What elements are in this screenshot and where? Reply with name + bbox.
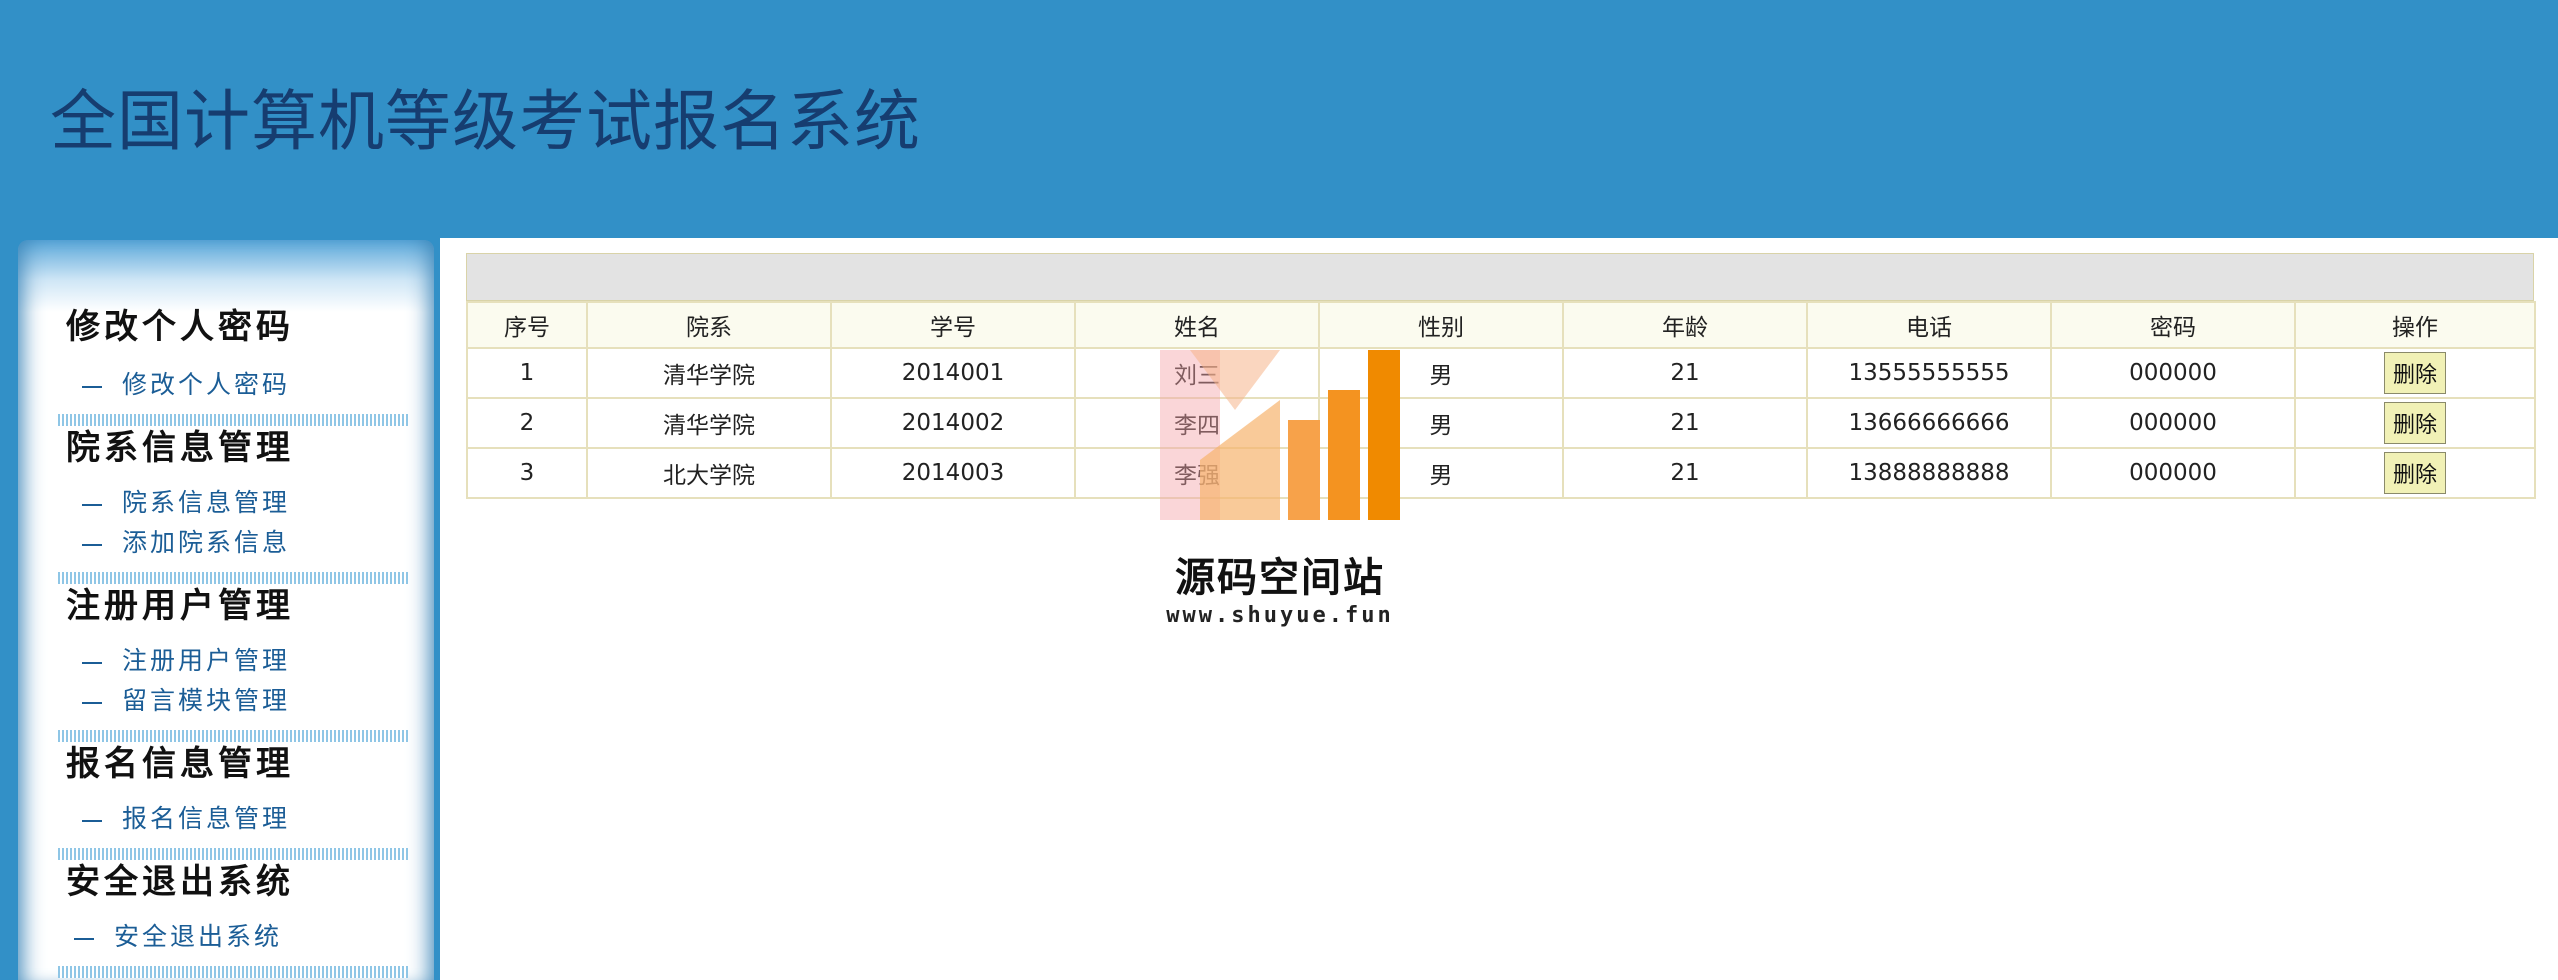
menu-item-add-department[interactable]: 添加院系信息 (82, 528, 290, 558)
column-header-action: 操作 (2294, 301, 2536, 349)
menu-item-label: 报名信息管理 (122, 804, 291, 833)
cell-phone: 13666666666 (1806, 397, 2052, 449)
dash-icon (82, 503, 102, 506)
menu-divider (58, 414, 408, 426)
menu-item-registration-manage[interactable]: 报名信息管理 (82, 804, 290, 834)
cell-age: 21 (1562, 447, 1808, 499)
cell-student-id: 2014001 (830, 347, 1076, 399)
column-header-phone: 电话 (1806, 301, 2052, 349)
cell-age: 21 (1562, 397, 1808, 449)
menu-item-label: 安全退出系统 (114, 922, 283, 951)
menu-item-change-password[interactable]: 修改个人密码 (82, 370, 290, 400)
dash-icon (74, 937, 94, 940)
cell-student-id: 2014002 (830, 397, 1076, 449)
cell-gender: 男 (1318, 447, 1564, 499)
cell-dept: 清华学院 (586, 397, 832, 449)
menu-item-label: 添加院系信息 (122, 528, 291, 557)
table-row: 1 清华学院 2014001 刘三 男 21 13555555555 00000… (466, 347, 2536, 399)
delete-button[interactable]: 删除 (2383, 452, 2446, 494)
delete-button[interactable]: 删除 (2383, 352, 2446, 394)
cell-dept: 清华学院 (586, 347, 832, 399)
menu-group-title-department: 院系信息管理 (66, 428, 294, 468)
cell-age: 21 (1562, 347, 1808, 399)
cell-password: 000000 (2050, 447, 2296, 499)
cell-index: 3 (466, 447, 588, 499)
cell-name: 刘三 (1074, 347, 1320, 399)
registration-table: 序号 院系 学号 姓名 性别 年龄 电话 密码 操作 1 清华学院 201400… (466, 301, 2536, 499)
dash-icon (82, 543, 102, 546)
menu-divider (58, 966, 408, 978)
table-row: 3 北大学院 2014003 李强 男 21 13888888888 00000… (466, 447, 2536, 499)
table-row: 2 清华学院 2014002 李四 男 21 13666666666 00000… (466, 397, 2536, 449)
cell-phone: 13888888888 (1806, 447, 2052, 499)
cell-name: 李四 (1074, 397, 1320, 449)
sidebar: 修改个人密码 修改个人密码 院系信息管理 院系信息管理 添加院系信息 注册用户管… (18, 240, 434, 980)
cell-index: 1 (466, 347, 588, 399)
page: 全国计算机等级考试报名系统 修改个人密码 修改个人密码 院系信息管理 院系信息管… (0, 0, 2558, 980)
column-header-dept: 院系 (586, 301, 832, 349)
watermark-url: www.shuyue.fun (1166, 603, 1394, 628)
menu-group-title-logout: 安全退出系统 (66, 862, 294, 902)
cell-password: 000000 (2050, 397, 2296, 449)
dash-icon (82, 819, 102, 822)
column-header-student-id: 学号 (830, 301, 1076, 349)
menu-item-label: 留言模块管理 (122, 686, 291, 715)
cell-gender: 男 (1318, 397, 1564, 449)
column-header-age: 年龄 (1562, 301, 1808, 349)
menu-divider (58, 572, 408, 584)
dash-icon (82, 661, 102, 664)
cell-dept: 北大学院 (586, 447, 832, 499)
registration-table-container: 序号 院系 学号 姓名 性别 年龄 电话 密码 操作 1 清华学院 201400… (466, 253, 2536, 499)
menu-group-title-registration: 报名信息管理 (66, 744, 294, 784)
cell-action: 删除 (2294, 347, 2536, 399)
cell-student-id: 2014003 (830, 447, 1076, 499)
menu-group-title-password: 修改个人密码 (66, 307, 294, 347)
menu-divider (58, 848, 408, 860)
header-banner: 全国计算机等级考试报名系统 (0, 0, 2558, 238)
table-caption-bar (466, 253, 2534, 301)
cell-action: 删除 (2294, 447, 2536, 499)
cell-index: 2 (466, 397, 588, 449)
table-header-row: 序号 院系 学号 姓名 性别 年龄 电话 密码 操作 (466, 301, 2536, 349)
cell-password: 000000 (2050, 347, 2296, 399)
page-title: 全国计算机等级考试报名系统 (50, 83, 921, 160)
cell-name: 李强 (1074, 447, 1320, 499)
delete-button[interactable]: 删除 (2383, 402, 2446, 444)
cell-gender: 男 (1318, 347, 1564, 399)
column-header-name: 姓名 (1074, 301, 1320, 349)
menu-item-department-manage[interactable]: 院系信息管理 (82, 488, 290, 518)
column-header-index: 序号 (466, 301, 588, 349)
cell-phone: 13555555555 (1806, 347, 2052, 399)
cell-action: 删除 (2294, 397, 2536, 449)
watermark-name: 源码空间站 (1175, 555, 1385, 601)
menu-divider (58, 730, 408, 742)
menu-item-user-manage[interactable]: 注册用户管理 (82, 646, 290, 676)
menu-item-label: 院系信息管理 (122, 488, 291, 517)
menu-item-label: 修改个人密码 (122, 370, 291, 399)
menu-item-label: 注册用户管理 (122, 646, 291, 675)
dash-icon (82, 701, 102, 704)
menu-item-logout[interactable]: 安全退出系统 (74, 922, 282, 952)
dash-icon (82, 385, 102, 388)
menu-group-title-users: 注册用户管理 (66, 586, 294, 626)
column-header-gender: 性别 (1318, 301, 1564, 349)
column-header-password: 密码 (2050, 301, 2296, 349)
menu-item-message-manage[interactable]: 留言模块管理 (82, 686, 290, 716)
